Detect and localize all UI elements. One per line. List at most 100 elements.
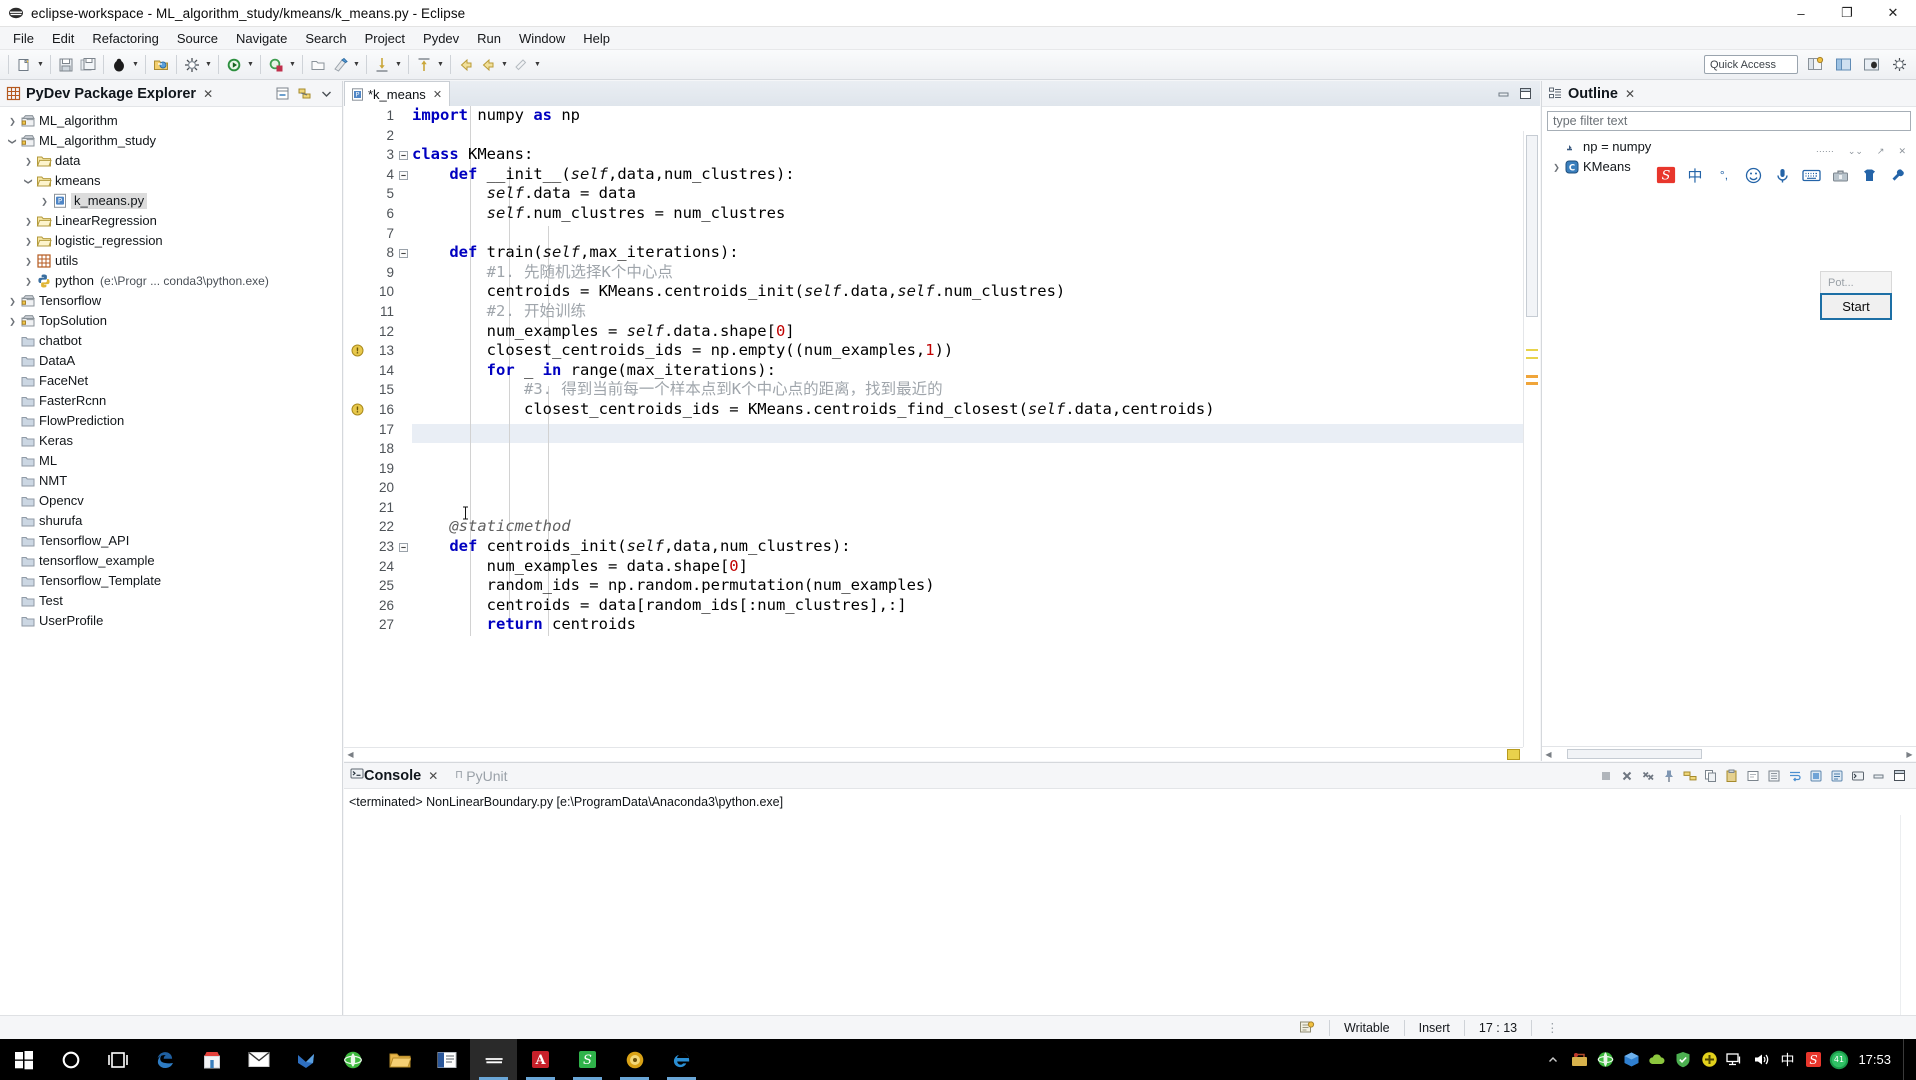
- menu-item-run[interactable]: Run: [468, 28, 510, 49]
- debug-dropdown-arrow[interactable]: ▼: [130, 54, 141, 76]
- punctuation-icon[interactable]: °,: [1714, 165, 1734, 185]
- code-line[interactable]: for _ in range(max_iterations):: [412, 361, 1540, 381]
- code-line[interactable]: import numpy as np: [412, 106, 1540, 126]
- tree-item-tensorflow-api[interactable]: Tensorflow_API: [0, 531, 342, 551]
- close-button[interactable]: ✕: [1870, 0, 1916, 27]
- tree-item-tensorflow-example[interactable]: tensorflow_example: [0, 551, 342, 571]
- debug-icon[interactable]: [108, 54, 130, 76]
- outline-filter-input[interactable]: type filter text: [1547, 111, 1911, 131]
- edge-icon[interactable]: [141, 1039, 188, 1080]
- step-return-dropdown-arrow[interactable]: ▼: [435, 54, 446, 76]
- code-line[interactable]: closest_centroids_ids = KMeans.centroids…: [412, 400, 1540, 420]
- perspective-more-icon[interactable]: [1888, 54, 1910, 76]
- link-with-editor-icon[interactable]: [296, 85, 313, 102]
- minimize-icon[interactable]: [1870, 767, 1887, 784]
- code-line[interactable]: num_examples = data.shape[0]: [412, 557, 1540, 577]
- chevron-right-icon[interactable]: ❯: [22, 155, 35, 168]
- coverage-icon[interactable]: [265, 54, 287, 76]
- voice-input-icon[interactable]: [1772, 165, 1792, 185]
- tree-item-tensorflow[interactable]: ❯ Tensorflow: [0, 291, 342, 311]
- shield-tray-icon[interactable]: [1670, 1039, 1696, 1080]
- chinese-mode-icon[interactable]: 中: [1685, 165, 1705, 185]
- tree-item-userprofile[interactable]: UserProfile: [0, 611, 342, 631]
- maximize-icon[interactable]: [1891, 767, 1908, 784]
- tree-item-dataa[interactable]: DataA: [0, 351, 342, 371]
- save-icon[interactable]: [55, 54, 77, 76]
- code-line[interactable]: def centroids_init(self,data,num_clustre…: [412, 537, 1540, 557]
- folder-explorer-icon[interactable]: [376, 1039, 423, 1080]
- emoji-icon[interactable]: [1743, 165, 1763, 185]
- media-icon[interactable]: [611, 1039, 658, 1080]
- ime-expand-icon[interactable]: ↗: [1877, 146, 1885, 157]
- netease-icon[interactable]: [1566, 1039, 1592, 1080]
- run-icon[interactable]: [223, 54, 245, 76]
- step-return-icon[interactable]: [413, 54, 435, 76]
- start-button[interactable]: [0, 1039, 47, 1080]
- menu-item-search[interactable]: Search: [296, 28, 355, 49]
- network-icon[interactable]: [1722, 1039, 1748, 1080]
- tree-item-keras[interactable]: Keras: [0, 431, 342, 451]
- box-tray-icon[interactable]: [1618, 1039, 1644, 1080]
- editor-warning-mark[interactable]: [1526, 349, 1538, 351]
- fold-collapse-icon[interactable]: [398, 537, 412, 557]
- back-icon[interactable]: [455, 54, 477, 76]
- tree-item-linearregression[interactable]: ❯ LinearRegression: [0, 211, 342, 231]
- editor-tab-close-icon[interactable]: ✕: [433, 88, 442, 101]
- editor-tab-k-means[interactable]: P *k_means ✕: [344, 81, 451, 106]
- code-line[interactable]: [412, 224, 1540, 244]
- acrobat-icon[interactable]: A: [517, 1039, 564, 1080]
- outline-tree[interactable]: np = numpy ❯ C KMeans: [1542, 131, 1916, 746]
- skin-icon[interactable]: [1859, 165, 1879, 185]
- menu-item-help[interactable]: Help: [574, 28, 619, 49]
- menu-item-project[interactable]: Project: [356, 28, 414, 49]
- editor-maximize-icon[interactable]: [1519, 87, 1532, 103]
- new-wizard-icon[interactable]: [13, 54, 35, 76]
- build-icon[interactable]: [181, 54, 203, 76]
- save-all-icon[interactable]: [77, 54, 99, 76]
- sogou-ime-toolbar[interactable]: S 中 °,: [1656, 161, 1908, 189]
- back-dropdown-arrow[interactable]: ▼: [499, 54, 510, 76]
- code-line[interactable]: [412, 459, 1540, 479]
- outline-scroll-thumb[interactable]: [1567, 749, 1702, 759]
- code-line[interactable]: #1. 先随机选择K个中心点: [412, 263, 1540, 283]
- chevron-right-icon[interactable]: ❯: [22, 235, 35, 248]
- green-browser-tray-icon[interactable]: [1592, 1039, 1618, 1080]
- editor-overview-mark[interactable]: [1526, 382, 1538, 385]
- editor-folding-column[interactable]: [398, 106, 412, 761]
- ime-drag-handle-icon[interactable]: ⋯⋯: [1816, 146, 1834, 157]
- code-line[interactable]: [412, 439, 1540, 459]
- pydev-dropdown-arrow[interactable]: ▼: [351, 54, 362, 76]
- annotate-icon[interactable]: [510, 54, 532, 76]
- code-line[interactable]: [412, 498, 1540, 518]
- chevron-down-icon[interactable]: ❯: [22, 175, 35, 188]
- menu-item-file[interactable]: File: [4, 28, 43, 49]
- warning-marker-icon[interactable]: !: [344, 341, 368, 361]
- tree-item-topsolution[interactable]: ❯ TopSolution: [0, 311, 342, 331]
- view-menu-icon[interactable]: [318, 85, 335, 102]
- display-selected-icon[interactable]: [1828, 767, 1845, 784]
- tree-item-ml-algorithm[interactable]: ❯ ML_algorithm: [0, 111, 342, 131]
- remove-all-icon[interactable]: [1639, 767, 1656, 784]
- console-output-area[interactable]: <terminated> NonLinearBoundary.py [e:\Pr…: [344, 789, 1916, 1033]
- tree-item-flowprediction[interactable]: FlowPrediction: [0, 411, 342, 431]
- code-line[interactable]: return centroids: [412, 615, 1540, 635]
- code-line[interactable]: closest_centroids_ids = np.empty((num_ex…: [412, 341, 1540, 361]
- ime-close-icon[interactable]: ✕: [1898, 146, 1906, 157]
- store-icon[interactable]: [188, 1039, 235, 1080]
- chevron-right-icon[interactable]: ❯: [6, 315, 19, 328]
- plus-tray-icon[interactable]: [1696, 1039, 1722, 1080]
- code-line[interactable]: def train(self,max_iterations):: [412, 243, 1540, 263]
- clear-icon[interactable]: [1744, 767, 1761, 784]
- toolbox-icon[interactable]: [1830, 165, 1850, 185]
- code-line[interactable]: #3. 得到当前每一个样本点到K个中心点的距离，找到最近的: [412, 380, 1540, 400]
- outline-horizontal-scrollbar[interactable]: ◀ ▶: [1542, 746, 1916, 761]
- open-type-icon[interactable]: [150, 54, 172, 76]
- tree-item-logistic-regression[interactable]: ❯ logistic_regression: [0, 231, 342, 251]
- green-browser-icon[interactable]: [329, 1039, 376, 1080]
- code-line[interactable]: self.data = data: [412, 184, 1540, 204]
- warning-marker-icon[interactable]: !: [344, 400, 368, 420]
- coverage-dropdown-arrow[interactable]: ▼: [287, 54, 298, 76]
- tree-item-chatbot[interactable]: chatbot: [0, 331, 342, 351]
- chevron-right-icon[interactable]: ❯: [6, 115, 19, 128]
- editor-hscroll-track[interactable]: [357, 748, 1510, 762]
